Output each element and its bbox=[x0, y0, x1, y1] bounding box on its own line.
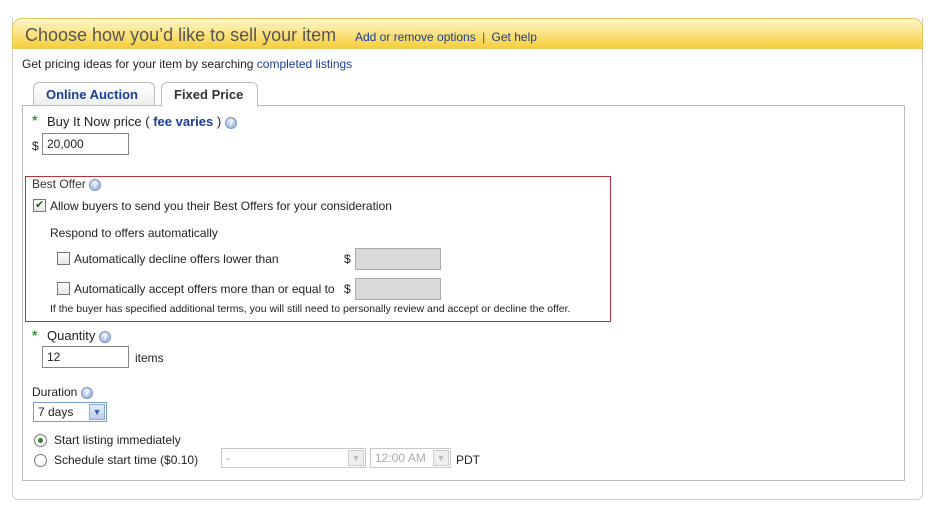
help-icon[interactable]: ? bbox=[80, 386, 93, 399]
auto-accept-label: Automatically accept offers more than or… bbox=[74, 282, 335, 296]
auto-decline-input[interactable] bbox=[355, 248, 441, 270]
buy-it-now-label-end: ) bbox=[216, 114, 222, 129]
timezone-label: PDT bbox=[456, 453, 480, 467]
allow-best-offer-checkbox[interactable] bbox=[33, 198, 46, 212]
best-offer-title-text: Best Offer bbox=[32, 177, 86, 191]
quantity-unit: items bbox=[135, 351, 164, 365]
allow-best-offer-label: Allow buyers to send you their Best Offe… bbox=[50, 199, 392, 213]
help-icon[interactable]: ? bbox=[89, 178, 102, 191]
pricing-ideas-label: Get pricing ideas for your item by searc… bbox=[22, 57, 254, 71]
auto-decline-label: Automatically decline offers lower than bbox=[74, 252, 279, 266]
tab-fixed-price[interactable]: Fixed Price bbox=[161, 82, 258, 107]
buy-it-now-label: Buy It Now price ( fee varies ) ? bbox=[47, 114, 237, 129]
start-immediately-label: Start listing immediately bbox=[54, 433, 181, 447]
completed-listings-link[interactable]: completed listings bbox=[257, 57, 352, 71]
add-remove-options-link[interactable]: Add or remove options bbox=[355, 30, 476, 44]
duration-selected: 7 days bbox=[38, 405, 74, 419]
help-icon[interactable]: ? bbox=[224, 116, 237, 129]
schedule-start-radio[interactable] bbox=[34, 454, 47, 467]
link-separator: | bbox=[482, 30, 486, 44]
start-immediately-radio[interactable] bbox=[34, 434, 47, 447]
auto-decline-checkbox[interactable] bbox=[57, 252, 70, 265]
section-header: Choose how you’d like to sell your item … bbox=[12, 18, 923, 49]
auto-accept-input[interactable] bbox=[355, 278, 441, 300]
decline-currency-symbol: $ bbox=[344, 252, 351, 266]
start-date-value: - bbox=[226, 451, 230, 465]
buy-it-now-label-text: Buy It Now price ( bbox=[47, 114, 150, 129]
auto-accept-checkbox[interactable] bbox=[57, 282, 70, 295]
best-offer-box bbox=[25, 176, 611, 322]
page-title: Choose how you’d like to sell your item bbox=[25, 25, 337, 45]
quantity-label: Quantity ? bbox=[47, 328, 112, 343]
respond-automatically-label: Respond to offers automatically bbox=[50, 226, 218, 240]
start-time-value: 12:00 AM bbox=[375, 451, 426, 465]
pricing-ideas-text: Get pricing ideas for your item by searc… bbox=[22, 57, 352, 71]
chevron-down-icon: ▼ bbox=[433, 450, 449, 466]
schedule-start-label: Schedule start time ($0.10) bbox=[54, 453, 199, 467]
start-date-select[interactable]: - ▼ bbox=[221, 448, 366, 468]
best-offer-title: Best Offer ? bbox=[32, 177, 102, 191]
help-icon[interactable]: ? bbox=[99, 330, 112, 343]
buy-it-now-price-input[interactable]: 20,000 bbox=[42, 133, 129, 155]
duration-label: Duration ? bbox=[32, 385, 93, 399]
best-offer-note: If the buyer has specified additional te… bbox=[50, 303, 571, 315]
duration-select[interactable]: 7 days ▼ bbox=[33, 402, 107, 422]
tab-online-auction[interactable]: Online Auction bbox=[33, 82, 155, 106]
get-help-link[interactable]: Get help bbox=[492, 30, 537, 44]
header-links: Add or remove options | Get help bbox=[355, 30, 537, 44]
fee-varies-link[interactable]: fee varies bbox=[153, 114, 213, 129]
required-marker: * bbox=[32, 327, 38, 343]
currency-symbol: $ bbox=[32, 139, 39, 153]
quantity-input[interactable]: 12 bbox=[42, 346, 129, 368]
required-marker: * bbox=[32, 112, 38, 128]
chevron-down-icon: ▼ bbox=[348, 450, 364, 466]
accept-currency-symbol: $ bbox=[344, 282, 351, 296]
start-time-select[interactable]: 12:00 AM ▼ bbox=[370, 448, 451, 468]
chevron-down-icon: ▼ bbox=[89, 404, 105, 420]
duration-label-text: Duration bbox=[32, 385, 78, 399]
quantity-label-text: Quantity bbox=[47, 328, 96, 343]
